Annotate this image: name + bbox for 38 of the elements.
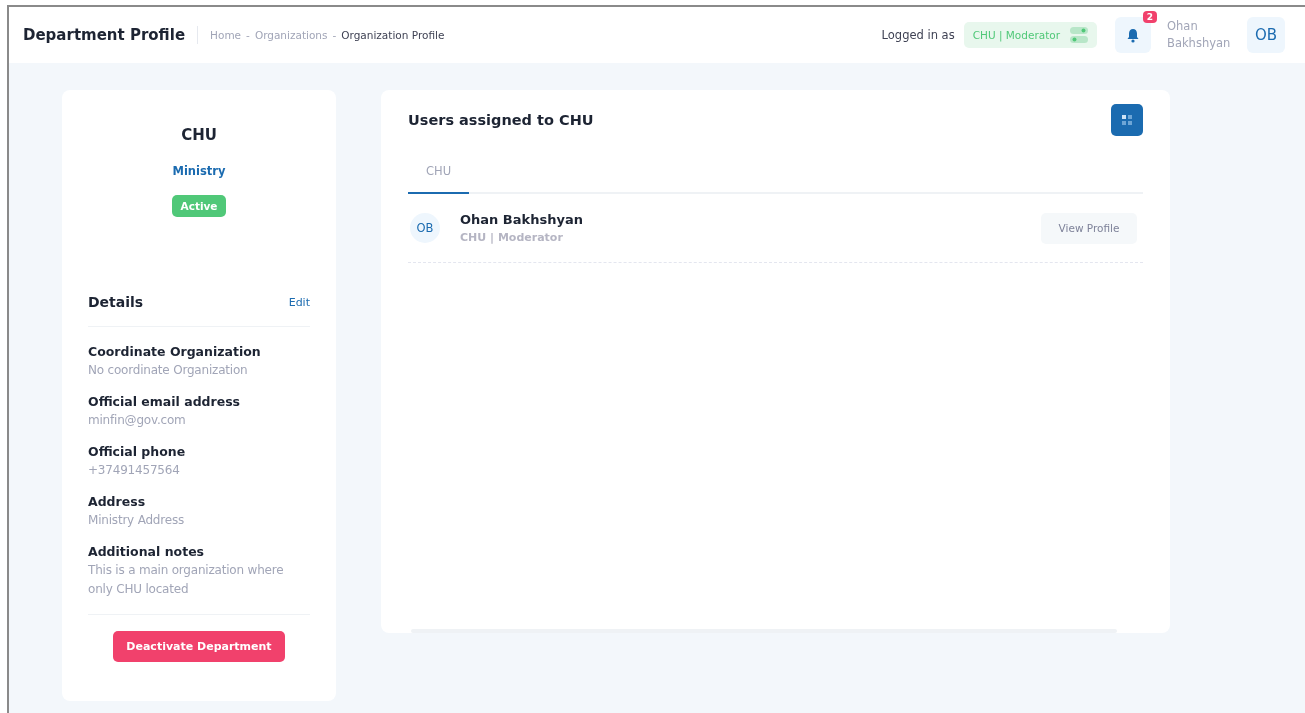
bell-icon <box>1126 27 1140 43</box>
grid-icon <box>1122 115 1132 125</box>
user-avatar[interactable]: OB <box>1247 17 1285 53</box>
field-label: Coordinate Organization <box>88 343 262 361</box>
role-badge[interactable]: CHU | Moderator <box>963 22 1097 48</box>
page-title: Department Profile <box>23 26 199 44</box>
deactivate-button[interactable]: Deactivate Department <box>113 631 285 662</box>
field-value: Ministry Address <box>88 512 186 529</box>
field-value: This is a main organization where only CHU located <box>88 562 285 598</box>
tab[interactable]: CHU <box>408 156 470 194</box>
user-avatar: OB <box>410 213 440 243</box>
user-name: Ohan Bakhshyan <box>460 212 583 227</box>
user-name: Ohan Bakhshyan <box>1167 18 1232 52</box>
panel-title: Users assigned to CHU <box>408 112 594 128</box>
logged-in-label: Logged in as <box>881 28 955 42</box>
breadcrumb-link[interactable]: Home <box>210 29 242 41</box>
field-label: Address <box>88 493 147 511</box>
organization-name: CHU <box>181 126 217 144</box>
status-badge: Active <box>171 195 227 217</box>
details-heading: Details <box>88 294 144 310</box>
role-text: CHU | Moderator <box>972 29 1060 41</box>
breadcrumb-link[interactable]: Organizations <box>254 29 328 41</box>
breadcrumb-separator: - <box>246 29 250 41</box>
notification-count-badge: 2 <box>1142 11 1157 23</box>
field-value: +37491457564 <box>88 462 181 479</box>
grid-view-button[interactable] <box>1111 104 1143 136</box>
edit-link[interactable]: Edit <box>288 295 310 309</box>
organization-type: Ministry <box>172 164 226 178</box>
toggle-icon <box>1070 26 1088 44</box>
field-label: Official email address <box>88 393 242 411</box>
user-role: CHU | Moderator <box>460 231 564 244</box>
field-label: Additional notes <box>88 543 206 561</box>
field-value: minfin@gov.com <box>88 412 187 429</box>
field-label: Official phone <box>88 443 187 461</box>
breadcrumb-separator: - <box>332 29 337 41</box>
breadcrumb-current: Organization Profile <box>341 29 445 41</box>
field-value: No coordinate Organization <box>88 362 249 379</box>
view-profile-button[interactable]: View Profile <box>1041 212 1137 244</box>
